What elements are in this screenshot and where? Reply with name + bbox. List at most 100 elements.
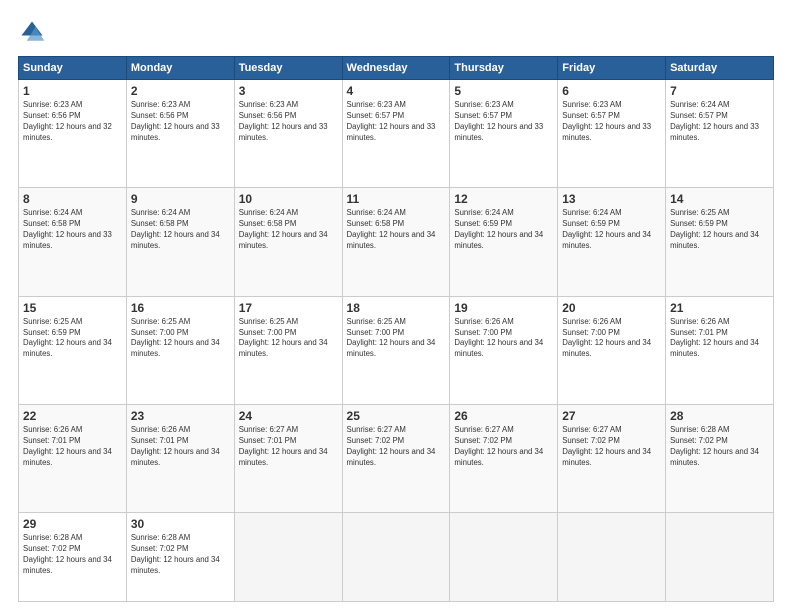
day-info: Sunrise: 6:25 AM Sunset: 6:59 PM Dayligh… [23,317,122,361]
day-info: Sunrise: 6:23 AM Sunset: 6:56 PM Dayligh… [131,100,230,144]
day-number: 16 [131,301,230,315]
day-info: Sunrise: 6:24 AM Sunset: 6:57 PM Dayligh… [670,100,769,144]
day-info: Sunrise: 6:23 AM Sunset: 6:56 PM Dayligh… [23,100,122,144]
day-info: Sunrise: 6:27 AM Sunset: 7:02 PM Dayligh… [347,425,446,469]
table-row: 9 Sunrise: 6:24 AM Sunset: 6:58 PM Dayli… [126,188,234,296]
table-row: 24 Sunrise: 6:27 AM Sunset: 7:01 PM Dayl… [234,404,342,512]
table-row [450,513,558,602]
day-number: 24 [239,409,338,423]
day-number: 28 [670,409,769,423]
page: Sunday Monday Tuesday Wednesday Thursday… [0,0,792,612]
calendar-week-row: 22 Sunrise: 6:26 AM Sunset: 7:01 PM Dayl… [19,404,774,512]
table-row: 8 Sunrise: 6:24 AM Sunset: 6:58 PM Dayli… [19,188,127,296]
day-number: 18 [347,301,446,315]
day-number: 29 [23,517,122,531]
day-info: Sunrise: 6:28 AM Sunset: 7:02 PM Dayligh… [670,425,769,469]
day-number: 21 [670,301,769,315]
day-info: Sunrise: 6:23 AM Sunset: 6:57 PM Dayligh… [562,100,661,144]
day-info: Sunrise: 6:27 AM Sunset: 7:02 PM Dayligh… [562,425,661,469]
day-number: 27 [562,409,661,423]
day-info: Sunrise: 6:25 AM Sunset: 6:59 PM Dayligh… [670,208,769,252]
table-row: 13 Sunrise: 6:24 AM Sunset: 6:59 PM Dayl… [558,188,666,296]
day-number: 7 [670,84,769,98]
day-info: Sunrise: 6:26 AM Sunset: 7:00 PM Dayligh… [562,317,661,361]
day-number: 5 [454,84,553,98]
table-row: 12 Sunrise: 6:24 AM Sunset: 6:59 PM Dayl… [450,188,558,296]
table-row: 23 Sunrise: 6:26 AM Sunset: 7:01 PM Dayl… [126,404,234,512]
day-number: 10 [239,192,338,206]
table-row [666,513,774,602]
day-info: Sunrise: 6:28 AM Sunset: 7:02 PM Dayligh… [23,533,122,577]
day-info: Sunrise: 6:23 AM Sunset: 6:57 PM Dayligh… [347,100,446,144]
day-info: Sunrise: 6:26 AM Sunset: 7:01 PM Dayligh… [131,425,230,469]
calendar-week-row: 15 Sunrise: 6:25 AM Sunset: 6:59 PM Dayl… [19,296,774,404]
col-friday: Friday [558,57,666,80]
table-row: 19 Sunrise: 6:26 AM Sunset: 7:00 PM Dayl… [450,296,558,404]
table-row: 21 Sunrise: 6:26 AM Sunset: 7:01 PM Dayl… [666,296,774,404]
table-row: 7 Sunrise: 6:24 AM Sunset: 6:57 PM Dayli… [666,80,774,188]
calendar-week-row: 1 Sunrise: 6:23 AM Sunset: 6:56 PM Dayli… [19,80,774,188]
day-number: 19 [454,301,553,315]
day-number: 6 [562,84,661,98]
day-number: 25 [347,409,446,423]
day-info: Sunrise: 6:23 AM Sunset: 6:57 PM Dayligh… [454,100,553,144]
day-number: 1 [23,84,122,98]
day-info: Sunrise: 6:28 AM Sunset: 7:02 PM Dayligh… [131,533,230,577]
table-row: 28 Sunrise: 6:28 AM Sunset: 7:02 PM Dayl… [666,404,774,512]
col-tuesday: Tuesday [234,57,342,80]
table-row: 16 Sunrise: 6:25 AM Sunset: 7:00 PM Dayl… [126,296,234,404]
table-row: 20 Sunrise: 6:26 AM Sunset: 7:00 PM Dayl… [558,296,666,404]
table-row: 18 Sunrise: 6:25 AM Sunset: 7:00 PM Dayl… [342,296,450,404]
table-row [342,513,450,602]
col-wednesday: Wednesday [342,57,450,80]
day-info: Sunrise: 6:24 AM Sunset: 6:58 PM Dayligh… [23,208,122,252]
table-row: 22 Sunrise: 6:26 AM Sunset: 7:01 PM Dayl… [19,404,127,512]
day-number: 12 [454,192,553,206]
day-number: 22 [23,409,122,423]
calendar-week-row: 8 Sunrise: 6:24 AM Sunset: 6:58 PM Dayli… [19,188,774,296]
day-number: 20 [562,301,661,315]
table-row: 26 Sunrise: 6:27 AM Sunset: 7:02 PM Dayl… [450,404,558,512]
day-info: Sunrise: 6:25 AM Sunset: 7:00 PM Dayligh… [239,317,338,361]
day-number: 4 [347,84,446,98]
table-row: 17 Sunrise: 6:25 AM Sunset: 7:00 PM Dayl… [234,296,342,404]
table-row: 30 Sunrise: 6:28 AM Sunset: 7:02 PM Dayl… [126,513,234,602]
col-monday: Monday [126,57,234,80]
day-number: 3 [239,84,338,98]
calendar-table: Sunday Monday Tuesday Wednesday Thursday… [18,56,774,602]
day-info: Sunrise: 6:27 AM Sunset: 7:01 PM Dayligh… [239,425,338,469]
day-info: Sunrise: 6:25 AM Sunset: 7:00 PM Dayligh… [347,317,446,361]
table-row: 25 Sunrise: 6:27 AM Sunset: 7:02 PM Dayl… [342,404,450,512]
day-info: Sunrise: 6:26 AM Sunset: 7:00 PM Dayligh… [454,317,553,361]
logo [18,18,50,46]
logo-icon [18,18,46,46]
day-info: Sunrise: 6:26 AM Sunset: 7:01 PM Dayligh… [23,425,122,469]
col-thursday: Thursday [450,57,558,80]
calendar-week-row: 29 Sunrise: 6:28 AM Sunset: 7:02 PM Dayl… [19,513,774,602]
day-number: 15 [23,301,122,315]
day-info: Sunrise: 6:27 AM Sunset: 7:02 PM Dayligh… [454,425,553,469]
table-row: 15 Sunrise: 6:25 AM Sunset: 6:59 PM Dayl… [19,296,127,404]
day-number: 30 [131,517,230,531]
table-row: 11 Sunrise: 6:24 AM Sunset: 6:58 PM Dayl… [342,188,450,296]
day-number: 8 [23,192,122,206]
day-number: 17 [239,301,338,315]
day-info: Sunrise: 6:26 AM Sunset: 7:01 PM Dayligh… [670,317,769,361]
table-row: 3 Sunrise: 6:23 AM Sunset: 6:56 PM Dayli… [234,80,342,188]
table-row [234,513,342,602]
day-info: Sunrise: 6:24 AM Sunset: 6:58 PM Dayligh… [131,208,230,252]
table-row: 27 Sunrise: 6:27 AM Sunset: 7:02 PM Dayl… [558,404,666,512]
calendar-header-row: Sunday Monday Tuesday Wednesday Thursday… [19,57,774,80]
day-info: Sunrise: 6:24 AM Sunset: 6:58 PM Dayligh… [239,208,338,252]
day-number: 23 [131,409,230,423]
header [18,18,774,46]
day-number: 13 [562,192,661,206]
table-row [558,513,666,602]
table-row: 29 Sunrise: 6:28 AM Sunset: 7:02 PM Dayl… [19,513,127,602]
day-info: Sunrise: 6:25 AM Sunset: 7:00 PM Dayligh… [131,317,230,361]
table-row: 2 Sunrise: 6:23 AM Sunset: 6:56 PM Dayli… [126,80,234,188]
col-saturday: Saturday [666,57,774,80]
day-number: 9 [131,192,230,206]
day-info: Sunrise: 6:23 AM Sunset: 6:56 PM Dayligh… [239,100,338,144]
table-row: 4 Sunrise: 6:23 AM Sunset: 6:57 PM Dayli… [342,80,450,188]
